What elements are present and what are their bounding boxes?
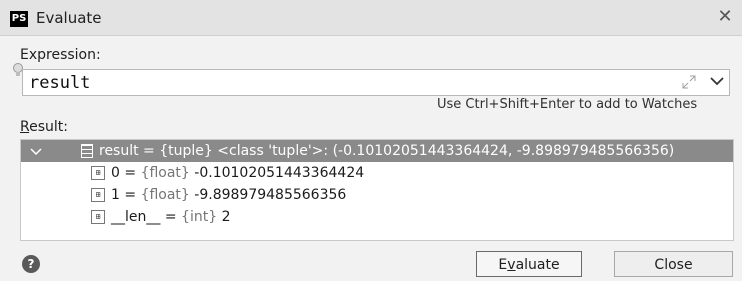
evaluate-button[interactable]: Evaluate (476, 251, 582, 277)
tree-row-item[interactable]: ⊞ __len__ = {int} 2 (21, 206, 733, 228)
close-window-button[interactable]: ✕ (714, 6, 736, 28)
var-name: 1 (111, 187, 120, 203)
expression-field[interactable] (22, 69, 730, 96)
var-type: {int} (181, 209, 218, 225)
var-value: <class 'tuple'>: (-0.10102051443364424, … (217, 143, 675, 159)
result-label: Result: (20, 119, 68, 135)
pycharm-logo-icon: PS (10, 11, 28, 27)
primitive-icon: ⊞ (91, 210, 105, 224)
var-value: 2 (221, 209, 231, 225)
expression-label: Expression: (20, 47, 101, 63)
item-row-text: __len__ = {int} 2 (111, 209, 231, 225)
var-value: -9.898979485566356 (194, 187, 347, 203)
var-type: {float} (140, 187, 190, 203)
item-row-text: 0 = {float} -0.10102051443364424 (111, 165, 365, 181)
primitive-icon: ⊞ (91, 188, 105, 202)
expand-editor-icon[interactable] (680, 73, 698, 91)
result-label-mnemonic: R (20, 119, 30, 135)
window-title: Evaluate (36, 9, 102, 27)
var-value: -0.10102051443364424 (194, 165, 365, 181)
var-type: {float} (140, 165, 190, 181)
expression-input[interactable] (29, 72, 629, 94)
watches-hint: Use Ctrl+Shift+Enter to add to Watches (437, 97, 698, 112)
result-row-text: result = {tuple} <class 'tuple'>: (-0.10… (99, 143, 675, 159)
var-name: __len__ (111, 209, 161, 225)
item-row-text: 1 = {float} -9.898979485566356 (111, 187, 347, 203)
tree-row-item[interactable]: ⊞ 0 = {float} -0.10102051443364424 (21, 162, 733, 184)
structure-icon (81, 144, 93, 158)
tree-row-result[interactable]: result = {tuple} <class 'tuple'>: (-0.10… (21, 140, 733, 162)
collapse-chevron-icon[interactable] (29, 140, 43, 162)
var-type: {tuple} (159, 143, 213, 159)
var-name: 0 (111, 165, 120, 181)
var-name: result (99, 143, 139, 159)
history-dropdown-icon[interactable] (707, 71, 727, 91)
result-tree[interactable]: result = {tuple} <class 'tuple'>: (-0.10… (20, 139, 734, 241)
title-bar: PS Evaluate ✕ (0, 0, 742, 36)
primitive-icon: ⊞ (91, 166, 105, 180)
evaluate-dialog: PS Evaluate ✕ Expression: Use Ctrl+Shift… (0, 0, 742, 281)
tree-row-item[interactable]: ⊞ 1 = {float} -9.898979485566356 (21, 184, 733, 206)
evaluate-label-mnemonic: v (507, 257, 516, 273)
close-button[interactable]: Close (614, 251, 733, 277)
result-label-rest: esult: (29, 119, 68, 135)
evaluate-label-prefix: E (498, 257, 508, 273)
evaluate-label-rest: aluate (515, 257, 560, 273)
help-icon[interactable]: ? (22, 255, 40, 273)
